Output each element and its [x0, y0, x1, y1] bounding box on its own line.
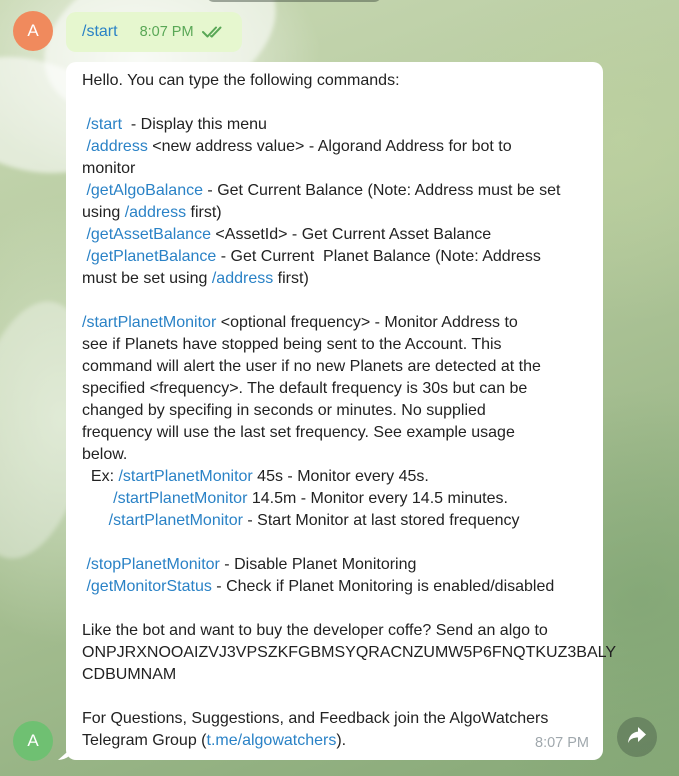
text-fragment: 45s - Monitor every 45s.	[252, 468, 429, 485]
command-link-startplanetmonitor[interactable]: /startPlanetMonitor	[118, 468, 252, 485]
date-pill	[206, 0, 382, 2]
text-fragment: - Start Monitor at last stored frequency	[242, 512, 520, 529]
text-fragment: Ex:	[82, 468, 119, 485]
command-link-address[interactable]: /address	[125, 204, 186, 221]
command-line-stopplanetmonitor: /stopPlanetMonitor - Disable Planet Moni…	[82, 554, 589, 576]
command-link-startplanetmonitor[interactable]: /startPlanetMonitor	[113, 490, 247, 507]
command-desc: - Get Current Balance (Note: Address mus…	[202, 182, 561, 199]
algo-address-text: CDBUMNAM	[82, 666, 177, 683]
command-desc: - Check if Planet Monitoring is enabled/…	[211, 578, 555, 595]
text-fragment: ).	[336, 732, 347, 749]
command-line-address: /address <new address value> - Algorand …	[82, 136, 589, 158]
command-desc: - Disable Planet Monitoring	[219, 556, 417, 573]
text-fragment	[82, 512, 109, 529]
double-check-icon	[201, 25, 226, 39]
text-fragment: 14.5m - Monitor every 14.5 minutes.	[247, 490, 508, 507]
command-desc-cont: must be set using /address first)	[82, 268, 589, 290]
command-link-startplanetmonitor[interactable]: /startPlanetMonitor	[82, 314, 216, 331]
text-fragment: first)	[273, 270, 309, 287]
text-fragment	[82, 490, 113, 507]
command-line-getalgobalance: /getAlgoBalance - Get Current Balance (N…	[82, 180, 589, 202]
outgoing-message-time: 8:07 PM	[139, 24, 194, 40]
monitor-desc-line: changed by specifing in seconds or minut…	[82, 402, 486, 419]
algo-address-text: ONPJRXNOOAIZVJ3VPSZKFGBMSYQRACNZUMW5P6FN…	[82, 644, 617, 661]
command-desc-cont: monitor	[82, 160, 136, 177]
command-line-start: /start - Display this menu	[82, 114, 589, 136]
monitor-desc-line: specified <frequency>. The default frequ…	[82, 380, 528, 397]
example-line: /startPlanetMonitor - Start Monitor at l…	[82, 510, 589, 532]
command-link-getassetbalance[interactable]: /getAssetBalance	[86, 226, 211, 243]
command-link-address[interactable]: /address	[86, 138, 147, 155]
command-desc: <optional frequency> - Monitor Address t…	[216, 314, 518, 331]
command-desc: <AssetId> - Get Current Asset Balance	[210, 226, 492, 243]
command-line-getplanetbalance: /getPlanetBalance - Get Current Planet B…	[82, 246, 589, 268]
monitor-desc-line: see if Planets have stopped being sent t…	[82, 336, 502, 353]
text-fragment: must be set using	[82, 270, 212, 287]
outgoing-message-bubble[interactable]: /start 8:07 PM	[66, 12, 242, 52]
outgoing-command-link[interactable]: /start	[82, 23, 118, 41]
feedback-text: For Questions, Suggestions, and Feedback…	[82, 710, 549, 727]
command-link-getalgobalance[interactable]: /getAlgoBalance	[86, 182, 203, 199]
monitor-desc-line: command will alert the user if no new Pl…	[82, 358, 541, 375]
bot-avatar[interactable]: A	[13, 721, 53, 761]
incoming-message-time: 8:07 PM	[535, 735, 589, 751]
command-desc-cont: using /address first)	[82, 202, 589, 224]
command-desc: - Get Current Planet Balance (Note: Addr…	[216, 248, 541, 265]
command-link-getmonitorstatus[interactable]: /getMonitorStatus	[86, 578, 211, 595]
share-button[interactable]	[617, 717, 657, 757]
example-line: /startPlanetMonitor 14.5m - Monitor ever…	[82, 488, 589, 510]
text-fragment: first)	[186, 204, 222, 221]
command-link-start[interactable]: /start	[86, 116, 122, 133]
avatar-letter: A	[27, 731, 39, 750]
user-avatar[interactable]: A	[13, 11, 53, 51]
command-link-startplanetmonitor[interactable]: /startPlanetMonitor	[109, 512, 243, 529]
command-link-address[interactable]: /address	[212, 270, 273, 287]
feedback-text: Telegram Group (t.me/algowatchers).	[82, 730, 589, 752]
example-line: Ex: /startPlanetMonitor 45s - Monitor ev…	[82, 466, 589, 488]
telegram-group-link[interactable]: t.me/algowatchers	[207, 732, 337, 749]
text-fragment: Telegram Group (	[82, 732, 207, 749]
command-line-startplanetmonitor: /startPlanetMonitor <optional frequency>…	[82, 312, 589, 334]
command-line-getmonitorstatus: /getMonitorStatus - Check if Planet Moni…	[82, 576, 589, 598]
command-link-getplanetbalance[interactable]: /getPlanetBalance	[86, 248, 216, 265]
monitor-desc-line: below.	[82, 446, 128, 463]
command-line-getassetbalance: /getAssetBalance <AssetId> - Get Current…	[82, 224, 589, 246]
avatar-letter: A	[27, 21, 39, 40]
command-desc: - Display this menu	[122, 116, 267, 133]
monitor-desc-line: frequency will use the last set frequenc…	[82, 424, 515, 441]
command-link-stopplanetmonitor[interactable]: /stopPlanetMonitor	[86, 556, 219, 573]
coffee-text: Like the bot and want to buy the develop…	[82, 622, 548, 639]
share-arrow-icon	[627, 726, 647, 749]
incoming-message-bubble[interactable]: Hello. You can type the following comman…	[66, 62, 617, 760]
text-fragment: using	[82, 204, 125, 221]
command-desc: <new address value> - Algorand Address f…	[147, 138, 512, 155]
message-intro: Hello. You can type the following comman…	[82, 72, 400, 89]
